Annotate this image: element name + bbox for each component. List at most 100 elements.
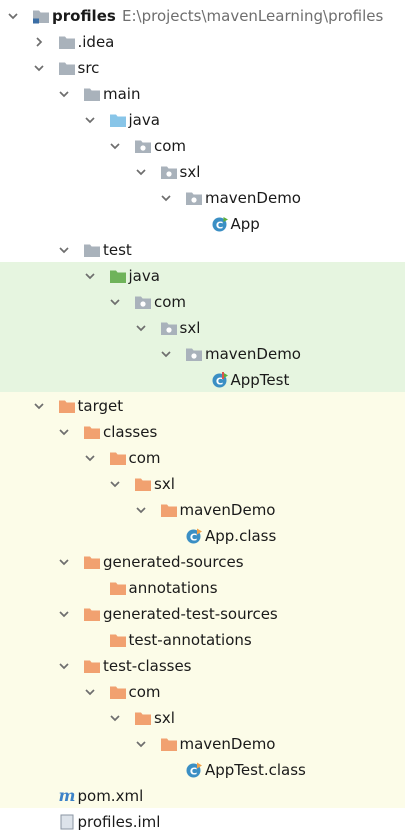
chevron-down-icon[interactable] (7, 10, 19, 22)
tree-node-label: main (103, 85, 141, 103)
tree-node-label: com (128, 683, 161, 701)
tree-node[interactable]: com (0, 445, 405, 471)
chevron-down-icon[interactable] (160, 348, 172, 360)
tree-node[interactable]: mavenDemo (0, 185, 405, 211)
tree-node[interactable]: com (0, 133, 405, 159)
package-folder-icon (134, 138, 152, 154)
tree-node-label: com (128, 449, 161, 467)
tree-node-label: target (77, 397, 124, 415)
tree-node[interactable]: .idea (0, 29, 405, 55)
chevron-down-icon[interactable] (135, 504, 147, 516)
module-folder-icon (32, 8, 50, 24)
tree-node[interactable]: generated-sources (0, 549, 405, 575)
chevron-down-icon[interactable] (33, 62, 45, 74)
tree-node-label: mavenDemo (179, 501, 276, 519)
chevron-down-icon[interactable] (84, 114, 96, 126)
tree-node[interactable]: generated-test-sources (0, 601, 405, 627)
tree-node-label: mavenDemo (205, 345, 301, 363)
tree-node[interactable]: profiles.iml (0, 809, 405, 835)
tree-node[interactable]: C AppTest (0, 367, 405, 393)
chevron-down-icon[interactable] (58, 426, 70, 438)
tree-node[interactable]: mavenDemo (0, 341, 405, 367)
svg-text:C: C (215, 221, 222, 232)
chevron-down-icon[interactable] (84, 270, 96, 282)
package-folder-icon (160, 164, 178, 180)
tree-node[interactable]: C App (0, 211, 405, 237)
tree-node[interactable]: sxl (0, 471, 405, 497)
folder-icon (83, 86, 101, 102)
tree-node[interactable]: test-annotations (0, 627, 405, 653)
folder-icon (58, 60, 76, 76)
package-folder-icon (134, 294, 152, 310)
chevron-down-icon[interactable] (135, 322, 147, 334)
source-root-folder-icon (109, 112, 127, 128)
chevron-down-icon[interactable] (109, 712, 121, 724)
tree-node-label: generated-sources (103, 553, 244, 571)
tree-node[interactable]: src (0, 55, 405, 81)
chevron-down-icon[interactable] (135, 166, 147, 178)
chevron-down-icon[interactable] (160, 192, 172, 204)
tree-node-label: AppTest (230, 371, 290, 389)
tree-node[interactable]: target (0, 393, 405, 419)
chevron-right-icon[interactable] (33, 36, 45, 48)
iml-file-icon (58, 814, 76, 830)
tree-node[interactable]: sxl (0, 159, 405, 185)
chevron-down-icon[interactable] (58, 608, 70, 620)
tree-node[interactable]: classes (0, 419, 405, 445)
tree-node-label: sxl (154, 709, 175, 727)
tree-node-label: annotations (128, 579, 218, 597)
tree-node[interactable]: C App.class (0, 523, 405, 549)
compiled-class-icon: C (185, 528, 203, 544)
chevron-down-icon[interactable] (58, 244, 70, 256)
tree-node-label: com (154, 137, 187, 155)
project-tree[interactable]: profiles E:\projects\mavenLearning\profil… (0, 3, 405, 835)
svg-text:C: C (190, 767, 197, 778)
tree-node[interactable]: test (0, 237, 405, 263)
test-root-folder-icon (109, 268, 127, 284)
excluded-folder-icon (109, 580, 127, 596)
tree-node-label: sxl (179, 163, 201, 181)
tree-node[interactable]: annotations (0, 575, 405, 601)
chevron-down-icon[interactable] (109, 478, 121, 490)
tree-node-label: AppTest.class (205, 761, 306, 779)
tree-node-label: sxl (154, 475, 175, 493)
tree-node[interactable]: java (0, 263, 405, 289)
tree-node[interactable]: profiles E:\projects\mavenLearning\profil… (0, 3, 405, 29)
tree-node[interactable]: main (0, 81, 405, 107)
tree-node-label: pom.xml (77, 787, 144, 805)
tree-node-label: src (77, 59, 100, 77)
chevron-down-icon[interactable] (58, 556, 70, 568)
tree-node-label: test-annotations (128, 631, 252, 649)
chevron-down-icon[interactable] (84, 452, 96, 464)
tree-node-label: classes (103, 423, 158, 441)
chevron-down-icon[interactable] (84, 686, 96, 698)
tree-node[interactable]: mavenDemo (0, 497, 405, 523)
chevron-down-icon[interactable] (33, 400, 45, 412)
excluded-folder-icon (134, 476, 152, 492)
chevron-down-icon[interactable] (58, 660, 70, 672)
tree-node-label: test (103, 241, 132, 259)
excluded-folder-icon (83, 554, 101, 570)
chevron-down-icon[interactable] (109, 140, 121, 152)
chevron-down-icon[interactable] (58, 88, 70, 100)
tree-node[interactable]: com (0, 289, 405, 315)
tree-node-label: App.class (205, 527, 277, 545)
tree-node-label: .idea (77, 33, 115, 51)
tree-node[interactable]: sxl (0, 705, 405, 731)
tree-node[interactable]: sxl (0, 315, 405, 341)
tree-node-label: mavenDemo (179, 735, 276, 753)
java-class-icon: C (211, 216, 229, 232)
tree-node[interactable]: test-classes (0, 653, 405, 679)
tree-node-label: profiles (52, 7, 116, 25)
tree-node[interactable]: mavenDemo (0, 731, 405, 757)
java-test-class-icon: C (211, 372, 229, 388)
tree-node[interactable]: C AppTest.class (0, 757, 405, 783)
tree-node[interactable]: m pom.xml (0, 783, 405, 809)
excluded-folder-icon (83, 424, 101, 440)
tree-node[interactable]: java (0, 107, 405, 133)
chevron-down-icon[interactable] (135, 738, 147, 750)
tree-node-label: App (230, 215, 260, 233)
svg-text:m: m (58, 788, 75, 804)
chevron-down-icon[interactable] (109, 296, 121, 308)
tree-node[interactable]: com (0, 679, 405, 705)
